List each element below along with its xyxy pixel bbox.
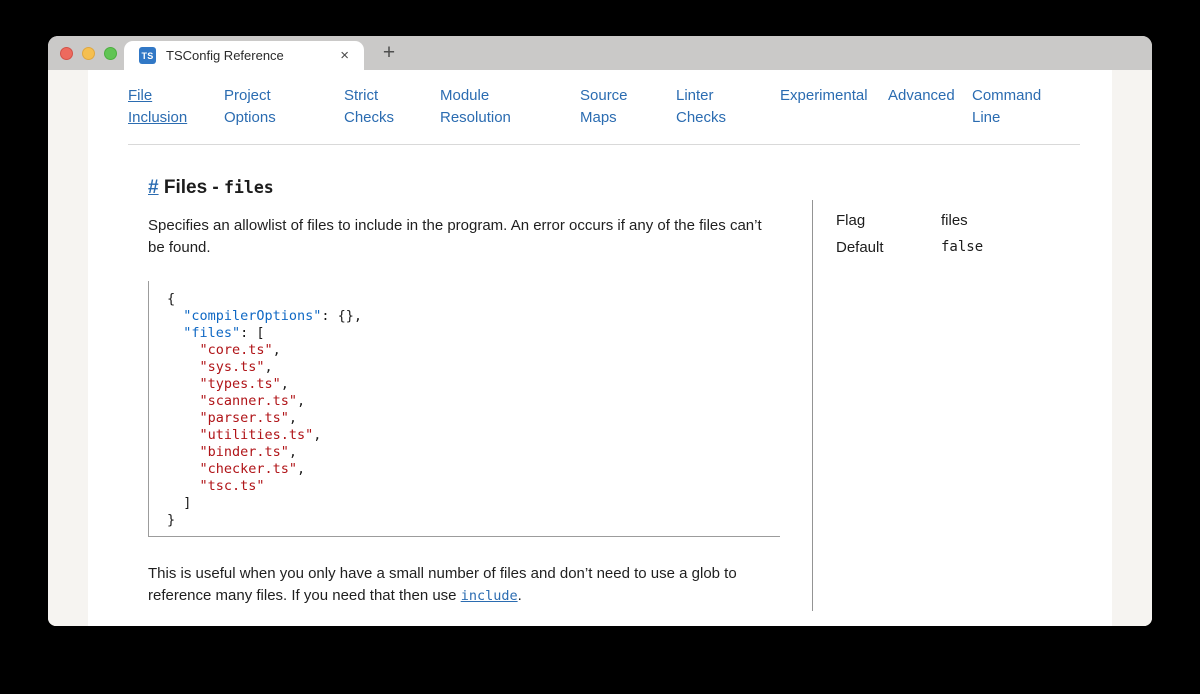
meta-value: false — [941, 237, 983, 258]
section-heading: # Files - files — [148, 175, 780, 201]
include-link[interactable]: include — [461, 588, 518, 604]
nav-link-file-inclusion[interactable]: File Inclusion — [128, 85, 200, 129]
nav-link-command-line[interactable]: Command Line — [972, 85, 1054, 129]
heading-anchor-link[interactable]: # — [148, 177, 159, 198]
code-line: "types.ts", — [167, 376, 780, 393]
code-line: } — [167, 512, 780, 529]
typescript-favicon-icon: TS — [139, 47, 156, 64]
zoom-window-button[interactable] — [104, 47, 117, 60]
nav-link-experimental[interactable]: Experimental — [780, 85, 868, 107]
code-line: "checker.ts", — [167, 461, 780, 478]
code-line: "scanner.ts", — [167, 393, 780, 410]
top-navigation: File Inclusion Project Options Strict Ch… — [88, 70, 1112, 145]
article-main: # Files - files Specifies an allowlist o… — [148, 145, 780, 607]
code-line: "core.ts", — [167, 342, 780, 359]
code-line: "files": [ — [167, 325, 780, 342]
code-block: {"compilerOptions": {},"files": ["core.t… — [148, 281, 780, 537]
minimize-window-button[interactable] — [82, 47, 95, 60]
browser-tab-bar: TS TSConfig Reference × + — [48, 36, 1152, 70]
nav-link-project-options[interactable]: Project Options — [224, 85, 288, 129]
browser-tab[interactable]: TS TSConfig Reference × — [124, 41, 364, 70]
content-area: # Files - files Specifies an allowlist o… — [88, 145, 1112, 611]
heading-code: files — [224, 178, 274, 197]
traffic-lights — [60, 36, 117, 70]
nav-divider — [128, 144, 1080, 145]
meta-label: Flag — [836, 210, 941, 231]
code-line: "parser.ts", — [167, 410, 780, 427]
code-line: "compilerOptions": {}, — [167, 308, 780, 325]
nav-link-advanced[interactable]: Advanced — [888, 85, 955, 107]
heading-title: Files - — [159, 177, 224, 198]
code-line: { — [167, 291, 780, 308]
page-background: File Inclusion Project Options Strict Ch… — [48, 70, 1152, 626]
outro-paragraph: This is useful when you only have a smal… — [148, 563, 780, 607]
meta-row-default: Default false — [836, 237, 1092, 258]
nav-link-module-resolution[interactable]: Module Resolution — [440, 85, 524, 129]
nav-link-source-maps[interactable]: Source Maps — [580, 85, 638, 129]
option-meta-aside: Flag files Default false — [812, 200, 1092, 611]
code-line: "sys.ts", — [167, 359, 780, 376]
nav-link-strict-checks[interactable]: Strict Checks — [344, 85, 402, 129]
code-line: "tsc.ts" — [167, 478, 780, 495]
intro-paragraph: Specifies an allowlist of files to inclu… — [148, 215, 780, 259]
code-line: ] — [167, 495, 780, 512]
nav-link-linter-checks[interactable]: Linter Checks — [676, 85, 730, 129]
tab-title: TSConfig Reference — [166, 48, 337, 63]
code-line: "utilities.ts", — [167, 427, 780, 444]
close-window-button[interactable] — [60, 47, 73, 60]
code-line: "binder.ts", — [167, 444, 780, 461]
browser-window: TS TSConfig Reference × + File Inclusion… — [48, 36, 1152, 626]
meta-row-flag: Flag files — [836, 210, 1092, 231]
meta-value: files — [941, 210, 968, 231]
content-card: File Inclusion Project Options Strict Ch… — [88, 70, 1112, 626]
new-tab-button[interactable]: + — [372, 36, 406, 70]
close-tab-icon[interactable]: × — [337, 46, 352, 65]
meta-label: Default — [836, 237, 941, 258]
